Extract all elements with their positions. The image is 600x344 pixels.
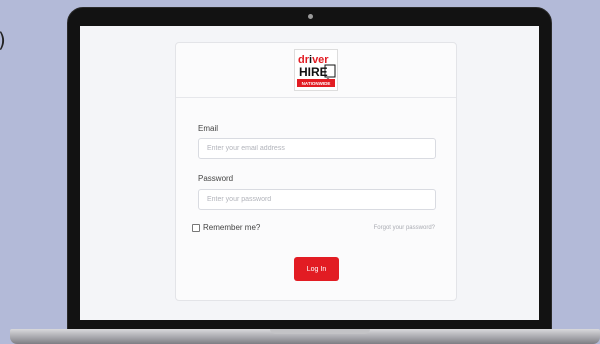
driver-hire-logo: driver HIRE NATIONWIDE bbox=[294, 49, 338, 91]
password-label: Password bbox=[198, 174, 234, 183]
camera-icon bbox=[308, 14, 313, 19]
remember-me-label: Remember me? bbox=[203, 223, 261, 232]
card-header: driver HIRE NATIONWIDE bbox=[176, 43, 456, 98]
laptop-screen: driver HIRE NATIONWIDE Email Password Re… bbox=[80, 26, 539, 320]
logo-word2: HIRE bbox=[299, 65, 328, 79]
logo-tagline: NATIONWIDE bbox=[302, 81, 331, 86]
forgot-password-link[interactable]: Forgot your password? bbox=[374, 225, 435, 231]
remember-me-checkbox[interactable] bbox=[192, 223, 200, 232]
email-field[interactable] bbox=[198, 138, 436, 159]
remember-me-row[interactable]: Remember me? bbox=[192, 223, 260, 232]
logo-graphic: driver HIRE NATIONWIDE bbox=[297, 54, 336, 87]
login-button[interactable]: Log In bbox=[294, 257, 339, 281]
password-field[interactable] bbox=[198, 189, 436, 210]
base-notch bbox=[270, 329, 370, 334]
email-label: Email bbox=[198, 124, 219, 133]
edge-glyph: ) bbox=[0, 28, 6, 52]
login-card: driver HIRE NATIONWIDE Email Password Re… bbox=[175, 42, 457, 301]
laptop-base bbox=[10, 329, 600, 344]
